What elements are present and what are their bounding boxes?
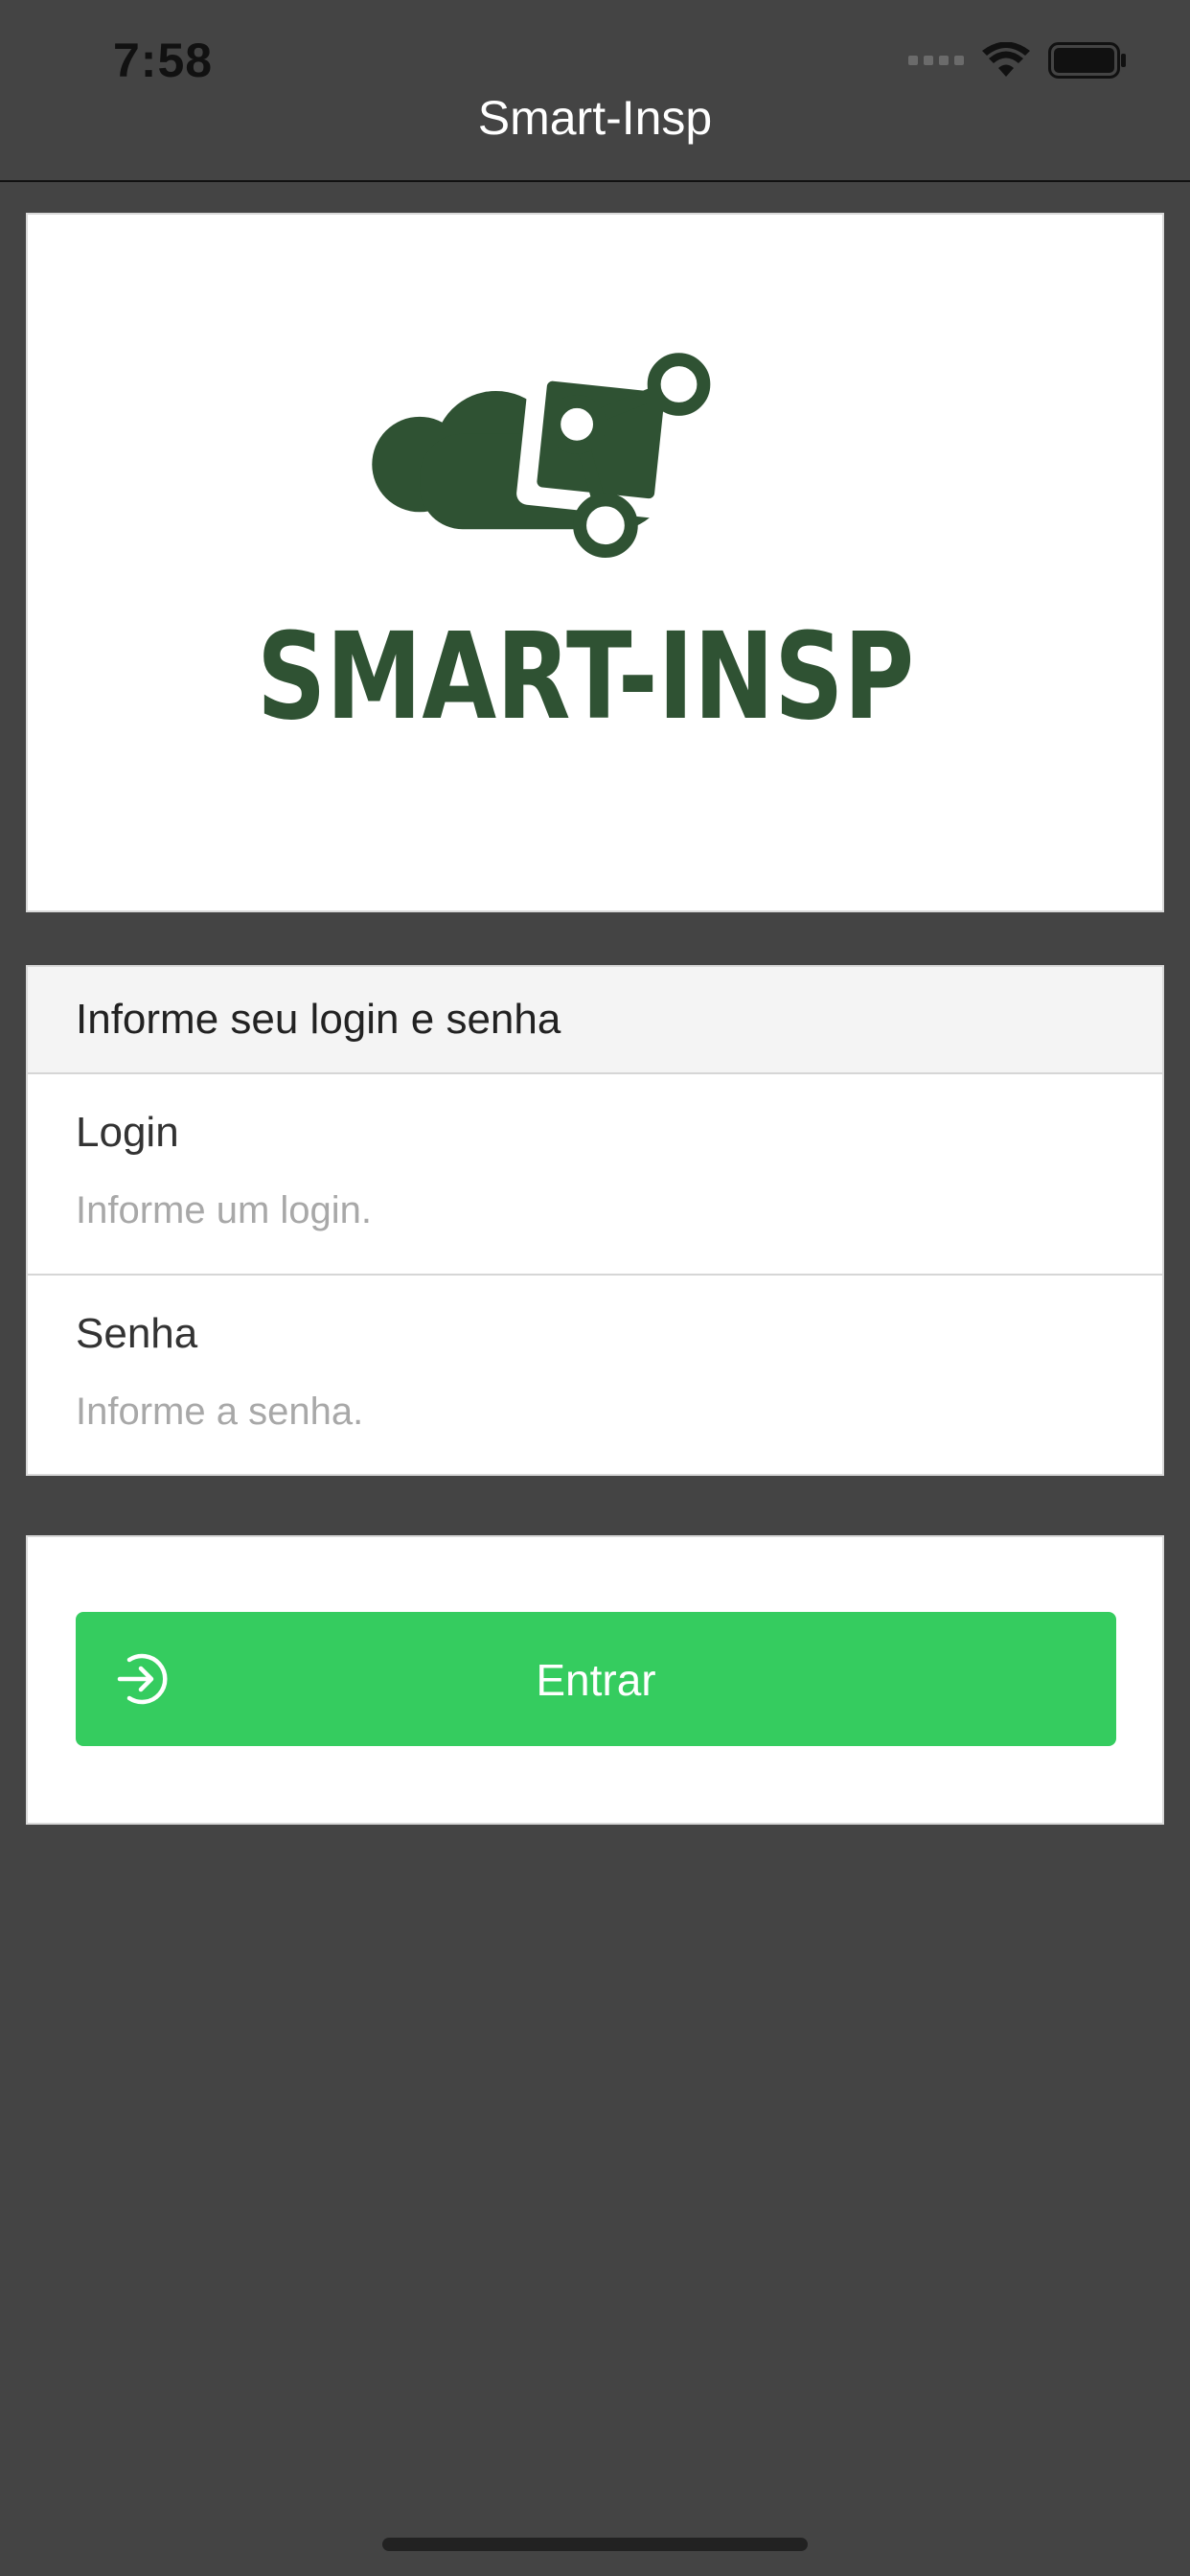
login-input[interactable] xyxy=(76,1182,1110,1239)
password-label: Senha xyxy=(76,1310,198,1357)
wifi-icon xyxy=(982,42,1030,77)
logo-text: SMART-INSP xyxy=(257,607,914,747)
password-input[interactable] xyxy=(76,1383,1110,1440)
login-button[interactable]: Entrar xyxy=(76,1612,1116,1746)
password-field-row: Senha xyxy=(28,1274,1162,1473)
login-field-row: Login xyxy=(28,1074,1162,1274)
battery-icon xyxy=(1048,42,1126,79)
navigation-bar: Smart-Insp xyxy=(0,77,1190,182)
logo-card: SMART-INSP xyxy=(26,213,1164,912)
actions-card: Entrar xyxy=(26,1535,1164,1825)
login-form: Informe seu login e senha Login Senha xyxy=(26,965,1164,1476)
cellular-signal-icon xyxy=(908,56,964,65)
login-button-label: Entrar xyxy=(536,1655,656,1705)
status-icons xyxy=(908,42,1127,79)
form-header: Informe seu login e senha xyxy=(28,967,1162,1074)
home-indicator[interactable] xyxy=(382,2538,808,2551)
smart-insp-logo: SMART-INSP xyxy=(257,353,914,747)
page-title: Smart-Insp xyxy=(477,91,713,145)
login-label: Login xyxy=(76,1109,179,1156)
